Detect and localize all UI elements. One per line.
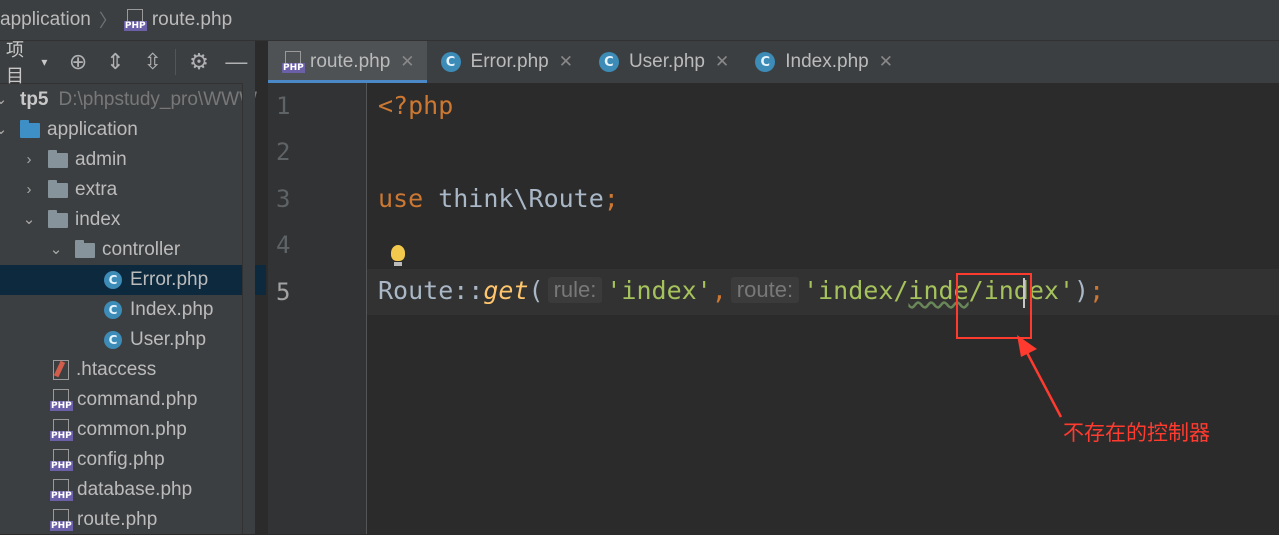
- class-icon: C: [755, 52, 776, 72]
- root-name: tp5: [20, 89, 49, 110]
- php-file-icon: PHP: [50, 479, 73, 501]
- minimize-icon[interactable]: —: [218, 44, 255, 80]
- namespace-ref: think\Route: [423, 184, 604, 213]
- line-number: 2: [276, 138, 291, 166]
- collapse-all-icon[interactable]: ⇳: [134, 44, 171, 80]
- root-path: D:\phpstudy_pro\WWW: [58, 89, 258, 110]
- keyword-use: use: [378, 184, 424, 213]
- chevron-down-icon[interactable]: ⌄: [49, 242, 63, 257]
- close-icon[interactable]: ✕: [400, 52, 414, 72]
- locate-icon[interactable]: ⊕: [59, 44, 96, 80]
- folder-icon: [75, 239, 95, 258]
- class-icon: C: [440, 52, 461, 72]
- tab-label: Index.php: [785, 51, 869, 72]
- chevron-down-icon[interactable]: ⌄: [0, 92, 8, 107]
- tab-label: Error.php: [470, 51, 549, 72]
- tab-error-php[interactable]: C Error.php ✕: [427, 41, 585, 83]
- tree-item-label: User.php: [130, 329, 207, 350]
- tree-root[interactable]: ⌄ tp5 D:\phpstudy_pro\WWW: [0, 85, 266, 115]
- project-sidebar: 项目 ▾ ⊕ ⇕ ⇳ ⚙ — ⌄ tp5 D:\phpstudy_pro\WWW…: [0, 40, 266, 534]
- tree-item-label: application: [47, 119, 138, 140]
- php-file-icon: PHP: [282, 51, 305, 73]
- parameter-hint-route: route:: [730, 277, 800, 303]
- php-file-icon: PHP: [50, 449, 73, 471]
- toolbar-divider: [175, 49, 177, 75]
- tree-item-label: Error.php: [130, 269, 209, 290]
- tree-item-label: config.php: [77, 449, 165, 470]
- chevron-down-icon[interactable]: ⌄: [0, 122, 8, 137]
- parameter-hint-rule: rule:: [547, 277, 603, 303]
- comma: ,: [711, 276, 727, 305]
- breadcrumb-item-route[interactable]: route.php: [152, 9, 232, 31]
- sidebar-scrollbar[interactable]: [242, 83, 255, 534]
- tab-route-php[interactable]: PHP route.php ✕: [268, 41, 427, 83]
- tree-item-label: extra: [75, 179, 118, 200]
- php-file-icon: PHP: [50, 419, 73, 441]
- tab-index-php[interactable]: C Index.php ✕: [741, 41, 905, 83]
- breadcrumb: application 〉 PHP route.php: [0, 0, 1279, 41]
- tree-item-label: index: [75, 209, 121, 230]
- string-arg-route-part: 'index/: [803, 276, 909, 305]
- class-name: Route::: [378, 276, 484, 305]
- chevron-right-icon[interactable]: ›: [22, 182, 36, 197]
- line-number: 3: [276, 185, 291, 213]
- project-view-selector[interactable]: 项目: [6, 36, 41, 88]
- php-open-tag: <?php: [378, 91, 454, 120]
- annotation-label: 不存在的控制器: [1063, 422, 1210, 445]
- line-number: 4: [276, 231, 291, 259]
- close-icon[interactable]: ✕: [715, 52, 729, 72]
- tree-item-label: admin: [75, 149, 127, 170]
- line-number-gutter: 1 2 3 4 5: [268, 83, 367, 534]
- php-file-icon: PHP: [50, 509, 73, 531]
- class-icon: C: [104, 331, 122, 349]
- close-icon[interactable]: ✕: [879, 52, 893, 72]
- gear-icon[interactable]: ⚙: [180, 44, 217, 80]
- chevron-right-icon: 〉: [98, 11, 117, 31]
- htaccess-file-icon: [50, 359, 70, 381]
- php-file-icon: PHP: [123, 9, 147, 31]
- annotation-arrow: [1017, 335, 1063, 418]
- class-icon: C: [598, 52, 619, 72]
- php-file-icon: PHP: [50, 389, 73, 411]
- expand-all-icon[interactable]: ⇕: [97, 44, 134, 80]
- tab-user-php[interactable]: C User.php ✕: [585, 41, 741, 83]
- paren-close: ): [1074, 276, 1090, 305]
- paren-open: (: [528, 276, 544, 305]
- dropdown-arrow-icon[interactable]: ▾: [41, 55, 47, 69]
- line-number: 1: [276, 92, 291, 120]
- editor-tabs: PHP route.php ✕ C Error.php ✕ C User.php…: [268, 41, 1279, 84]
- folder-icon: [48, 179, 68, 198]
- code-line-1[interactable]: <?php: [378, 91, 453, 120]
- tree-item-label: database.php: [77, 479, 193, 500]
- tree-item-application[interactable]: ⌄ application: [0, 115, 266, 145]
- folder-icon: [48, 149, 68, 168]
- tree-item-error-php[interactable]: C Error.php: [0, 265, 266, 295]
- semicolon: ;: [603, 184, 619, 213]
- tree-item-label: .htaccess: [76, 359, 157, 380]
- tree-item-label: command.php: [77, 389, 198, 410]
- class-icon: C: [104, 271, 122, 289]
- lightbulb-icon[interactable]: [391, 245, 405, 266]
- class-icon: C: [104, 301, 122, 319]
- method-name: get: [483, 276, 529, 305]
- string-arg-rule: 'index': [606, 276, 712, 305]
- tab-label: route.php: [310, 51, 391, 72]
- sidebar-toolbar: 项目 ▾ ⊕ ⇕ ⇳ ⚙ —: [0, 40, 255, 86]
- chevron-down-icon[interactable]: ⌄: [22, 212, 36, 227]
- tree-item-label: Index.php: [130, 299, 214, 320]
- folder-icon: [48, 209, 68, 228]
- annotation-highlight-box: [956, 273, 1032, 339]
- code-line-3[interactable]: use think\Route;: [378, 184, 619, 213]
- close-icon[interactable]: ✕: [559, 52, 573, 72]
- breadcrumb-item-application[interactable]: application: [0, 9, 91, 31]
- tree-item-label: common.php: [77, 419, 187, 440]
- tree-item-label: route.php: [77, 509, 158, 530]
- tab-label: User.php: [628, 51, 705, 72]
- code-editor[interactable]: <?php use think\Route; Route::get(rule: '…: [367, 83, 1279, 534]
- folder-icon: [20, 119, 40, 138]
- chevron-right-icon[interactable]: ›: [22, 152, 36, 167]
- semicolon: ;: [1089, 276, 1105, 305]
- tree-item-label: controller: [102, 239, 181, 260]
- line-number: 5: [276, 278, 291, 306]
